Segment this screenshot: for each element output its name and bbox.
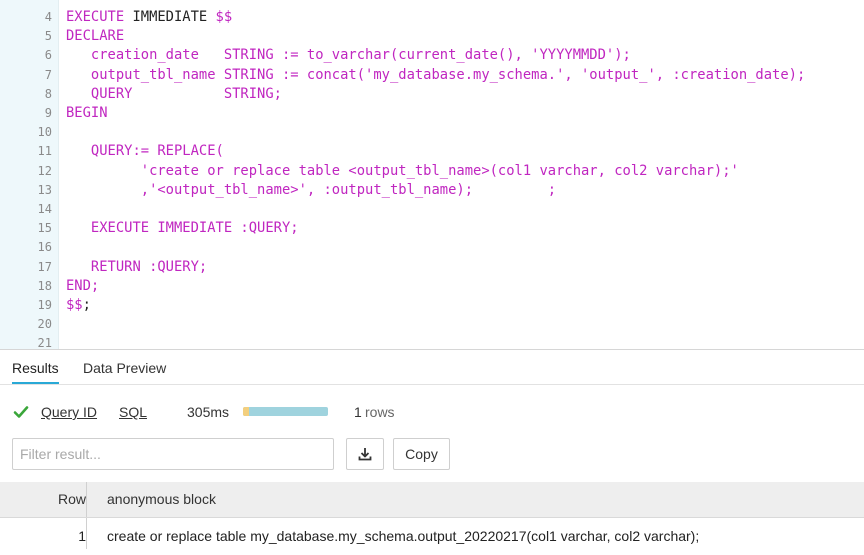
code-token: QUERY:= REPLACE( (66, 143, 224, 160)
line-number: 18 (37, 278, 52, 293)
copy-button[interactable]: Copy (393, 438, 450, 470)
code-text[interactable]: output_tbl_name STRING := concat('my_dat… (66, 66, 805, 85)
line-number: 20 (37, 317, 52, 332)
line-number: 21 (37, 336, 52, 349)
line-number: 16 (37, 240, 52, 255)
code-text[interactable]: creation_date STRING := to_varchar(curre… (66, 46, 631, 65)
duration-bar-compile-segment (243, 407, 249, 416)
sql-link[interactable]: SQL (119, 400, 147, 424)
row-count-label: rows (365, 404, 395, 420)
results-tabs: Results Data Preview (0, 350, 864, 385)
line-number: 10 (37, 125, 52, 140)
code-text[interactable]: END; (66, 277, 99, 296)
code-token: IMMEDIATE (132, 9, 208, 25)
code-editor[interactable]: 4 EXECUTE IMMEDIATE $$ 5 DECLARE 6 creation_… (0, 0, 864, 349)
download-button[interactable] (346, 438, 384, 470)
query-meta-bar: Query ID SQL 305ms 1 rows (0, 400, 864, 424)
query-duration: 305ms (187, 404, 230, 420)
code-text[interactable]: $$; (66, 296, 91, 315)
row-count: 1 (354, 404, 362, 420)
code-token: RETURN :QUERY; (66, 258, 208, 275)
code-token: ; (82, 297, 91, 313)
column-header-row[interactable]: Row (0, 482, 87, 517)
code-text[interactable]: ,'<output_tbl_name>', :output_tbl_name);… (66, 181, 556, 200)
code-text[interactable]: 'create or replace table <output_tbl_nam… (66, 162, 739, 181)
results-panel: Results Data Preview Query ID SQL 305ms … (0, 349, 864, 549)
check-icon (13, 406, 29, 418)
results-table-header: Row anonymous block (0, 482, 864, 518)
code-token: EXECUTE IMMEDIATE :QUERY; (66, 220, 299, 237)
line-number: 14 (37, 202, 52, 216)
duration-bar (243, 407, 328, 416)
code-token: DECLARE (66, 28, 125, 45)
code-token: BEGIN (66, 105, 108, 121)
line-number: 4 (44, 10, 52, 24)
code-text[interactable]: BEGIN (66, 104, 108, 123)
code-token: EXECUTE (66, 9, 133, 25)
tab-results[interactable]: Results (12, 350, 59, 384)
line-number: 7 (44, 67, 52, 82)
table-row[interactable]: 1 create or replace table my_database.my… (0, 518, 864, 549)
line-number: 6 (44, 48, 52, 63)
code-token: output_tbl_name STRING := concat('my_dat… (66, 66, 806, 83)
code-token: QUERY STRING; (66, 85, 282, 102)
code-token: END; (66, 277, 100, 294)
line-number: 17 (37, 259, 52, 274)
code-token: creation_date STRING := to_varchar(curre… (66, 47, 631, 64)
line-number: 13 (37, 182, 52, 197)
line-number: 5 (44, 29, 52, 44)
row-number-cell: 1 (0, 518, 87, 549)
line-number: 19 (37, 298, 52, 312)
code-token: $$ (66, 297, 83, 313)
column-header-anonymous-block[interactable]: anonymous block (107, 482, 216, 517)
code-token: $$ (207, 9, 233, 25)
code-text[interactable]: EXECUTE IMMEDIATE $$ (66, 8, 232, 27)
code-text[interactable]: RETURN :QUERY; (66, 258, 207, 277)
download-icon (358, 448, 372, 461)
query-id-link[interactable]: Query ID (41, 400, 97, 424)
code-text[interactable]: EXECUTE IMMEDIATE :QUERY; (66, 219, 299, 238)
line-number: 9 (44, 106, 52, 120)
code-token: 'create or replace table <output_tbl_nam… (66, 162, 739, 179)
result-value-cell[interactable]: create or replace table my_database.my_s… (107, 518, 699, 549)
line-number: 8 (44, 86, 52, 101)
line-number: 11 (37, 144, 52, 159)
code-token: ,'<output_tbl_name>', :output_tbl_name);… (66, 181, 557, 198)
tab-data-preview[interactable]: Data Preview (83, 350, 166, 383)
line-number: 12 (37, 163, 52, 178)
filter-result-input[interactable] (12, 438, 334, 470)
code-text[interactable]: QUERY:= REPLACE( (66, 142, 224, 161)
line-number: 15 (37, 221, 52, 236)
code-text[interactable]: QUERY STRING; (66, 85, 282, 104)
code-text[interactable]: DECLARE (66, 27, 124, 46)
